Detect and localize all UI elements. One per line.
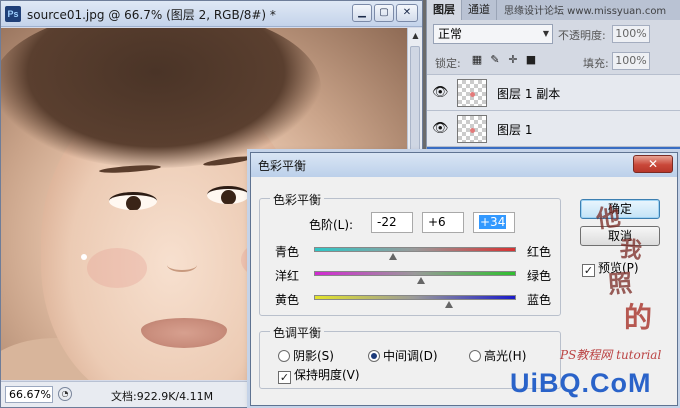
eye-icon[interactable]: 👁: [432, 121, 449, 136]
lock-all-icon[interactable]: ■: [525, 54, 537, 66]
document-titlebar[interactable]: Ps source01.jpg @ 66.7% (图层 2, RGB/8#) *…: [1, 1, 422, 27]
dialog-titlebar[interactable]: 色彩平衡 ✕: [251, 153, 677, 177]
fill-label: 填充:: [583, 57, 609, 70]
stamp-char: 他: [594, 201, 623, 234]
preserve-luminosity-checkbox[interactable]: ✓ 保持明度(V): [278, 366, 360, 384]
tab-layers[interactable]: 图层: [427, 0, 462, 20]
dialog-title: 色彩平衡: [258, 159, 307, 173]
level-yellow-blue-input[interactable]: +34: [473, 212, 515, 233]
radio-label: 中间调(D): [383, 349, 438, 363]
document-title: source01.jpg @ 66.7% (图层 2, RGB/8#) *: [27, 8, 276, 22]
slider-track[interactable]: [314, 247, 516, 252]
checkmark-icon[interactable]: ✓: [278, 371, 291, 384]
color-balance-group-title: 色彩平衡: [270, 191, 325, 208]
opacity-input[interactable]: 100%: [612, 25, 650, 43]
radio-midtones[interactable]: 中间调(D): [368, 347, 438, 364]
slider-left-label: 青色: [275, 245, 300, 259]
slider-right-label: 红色: [527, 245, 552, 259]
layer-name: 图层 1 副本: [497, 87, 561, 101]
level-cyan-red-input[interactable]: -22: [371, 212, 413, 233]
lock-brush-icon[interactable]: ✎: [489, 54, 501, 66]
slider-right-label: 绿色: [527, 269, 552, 283]
ps-site-sub: tutorial: [616, 348, 662, 362]
radio-icon[interactable]: [469, 350, 481, 362]
layer-thumbnail: [457, 115, 487, 143]
ps-site-text: PS教程网 tutorial: [560, 346, 661, 363]
slider-cyan-red: 青色 红色: [251, 243, 561, 261]
stamp-seal: 的: [624, 301, 653, 334]
lock-move-icon[interactable]: ✛: [507, 54, 519, 66]
scroll-up-icon[interactable]: ▲: [408, 28, 423, 44]
radio-icon[interactable]: [368, 350, 380, 362]
dialog-close-button[interactable]: ✕: [633, 155, 673, 173]
levels-label: 色阶(L):: [309, 218, 354, 232]
photoshop-logo-icon: Ps: [5, 6, 21, 22]
eye-icon[interactable]: 👁: [432, 85, 449, 100]
slider-track[interactable]: [314, 271, 516, 276]
slider-track[interactable]: [314, 295, 516, 300]
slider-left-label: 洋红: [275, 269, 300, 283]
photo-eye-right: [207, 186, 249, 204]
chevron-down-icon: ▼: [542, 29, 549, 38]
document-info: 文档:922.9K/4.11M: [111, 390, 214, 403]
level-magenta-green-input[interactable]: +6: [422, 212, 464, 233]
minimize-button[interactable]: ▁: [352, 4, 372, 22]
stamp-char: 我: [618, 235, 644, 265]
stamp-char: 照: [607, 268, 634, 299]
ps-site-name: PS教程网: [560, 348, 613, 362]
level-yellow-blue-value: +34: [479, 215, 507, 229]
close-button[interactable]: ✕: [396, 4, 418, 22]
slider-knob[interactable]: [445, 301, 454, 308]
slider-yellow-blue: 黄色 蓝色: [251, 291, 561, 309]
layer-row[interactable]: 👁 图层 1: [427, 110, 680, 146]
restore-button[interactable]: ▢: [374, 4, 394, 22]
slider-knob[interactable]: [417, 277, 426, 284]
radio-label: 阴影(S): [293, 349, 334, 363]
slider-left-label: 黄色: [275, 293, 300, 307]
radio-icon[interactable]: [278, 350, 290, 362]
lock-label: 锁定:: [435, 57, 461, 70]
slider-knob[interactable]: [388, 253, 397, 260]
slider-magenta-green: 洋红 绿色: [251, 267, 561, 285]
fill-input[interactable]: 100%: [612, 52, 650, 70]
layers-panel: 图层 通道 正常 ▼ 不透明度: 100% 锁定: ▦ ✎ ✛ ■ 填充: 10…: [426, 0, 680, 182]
radio-highlights[interactable]: 高光(H): [469, 347, 526, 364]
watermark-top-text: 思缘设计论坛 www.missyuan.com: [504, 6, 667, 17]
checkmark-icon[interactable]: ✓: [582, 264, 595, 277]
window-controls: ▁ ▢ ✕: [352, 4, 418, 22]
uibq-logo: UiBQ.CoM: [510, 368, 652, 398]
navigator-icon[interactable]: ◔: [58, 387, 72, 401]
opacity-label: 不透明度:: [558, 29, 606, 42]
layer-row[interactable]: 👁 图层 1 副本: [427, 74, 680, 110]
lock-transparent-icon[interactable]: ▦: [471, 54, 483, 66]
photo-eye-left: [109, 192, 157, 210]
radio-label: 高光(H): [484, 349, 527, 363]
layer-thumbnail: [457, 79, 487, 107]
photo-cheek-left: [87, 248, 147, 288]
photo-nose: [167, 258, 197, 272]
preserve-luminosity-label: 保持明度(V): [294, 368, 360, 382]
tab-channels[interactable]: 通道: [462, 0, 497, 20]
blend-mode-value: 正常: [438, 27, 463, 41]
radio-shadows[interactable]: 阴影(S): [278, 347, 334, 364]
blend-mode-select[interactable]: 正常 ▼: [433, 24, 553, 44]
zoom-input[interactable]: 66.67%: [5, 386, 53, 403]
photo-earring: [81, 254, 87, 260]
slider-right-label: 蓝色: [527, 293, 552, 307]
layer-name: 图层 1: [497, 123, 533, 137]
tone-balance-group-title: 色调平衡: [270, 324, 325, 341]
